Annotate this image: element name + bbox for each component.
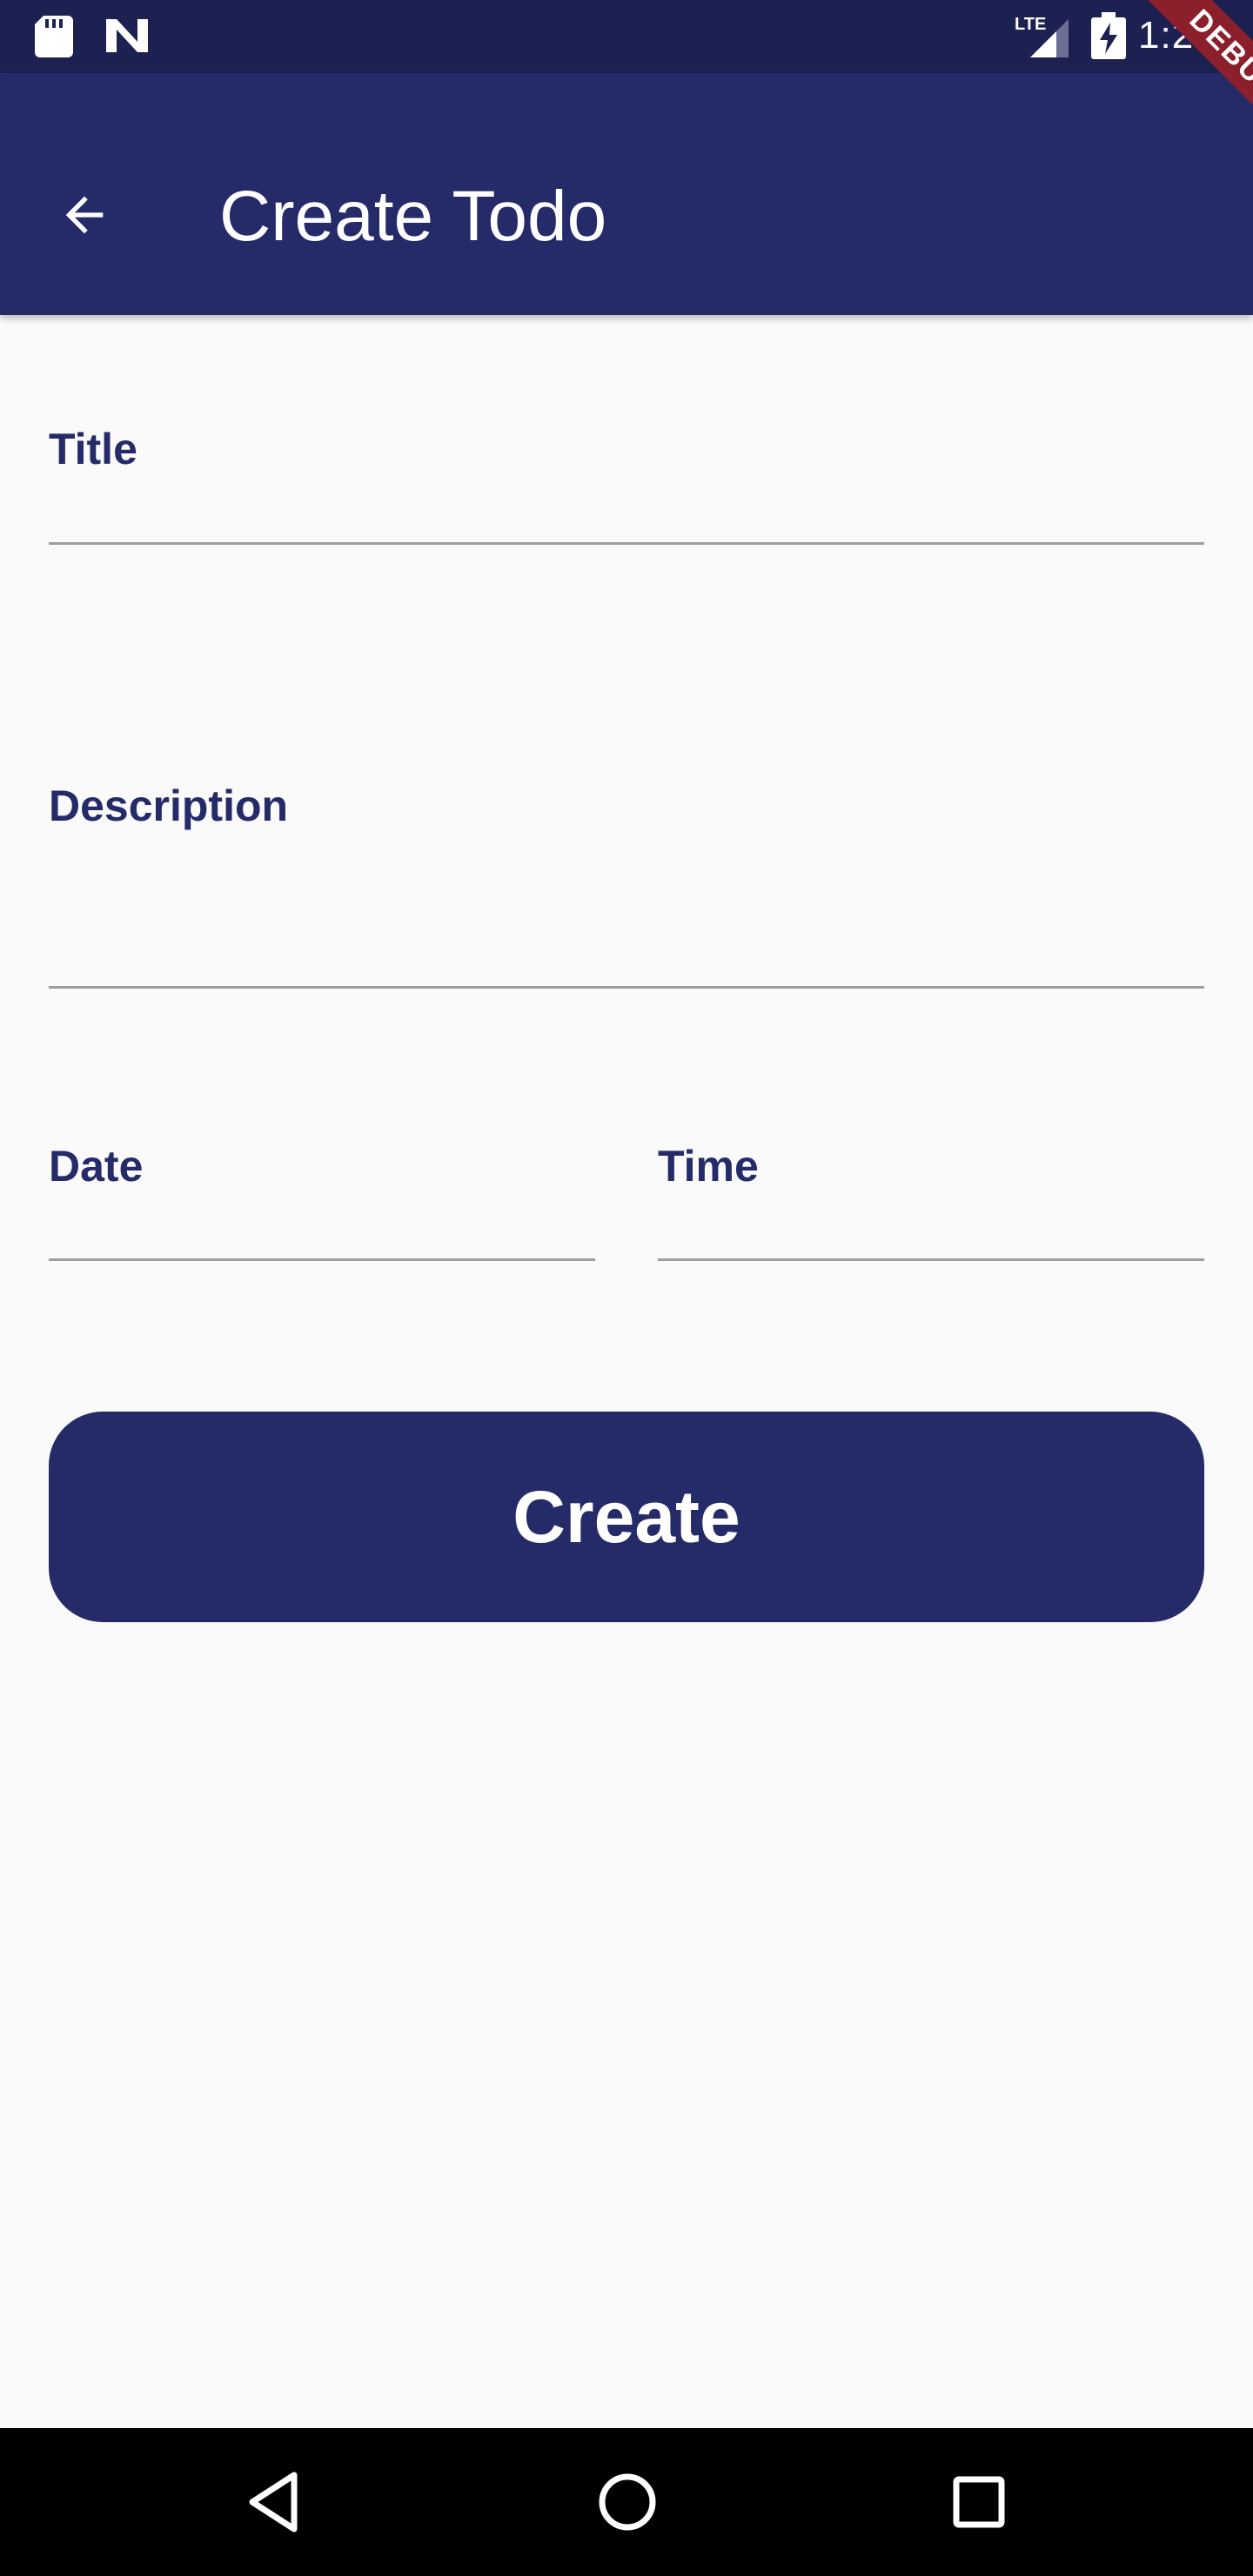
back-triangle-icon	[249, 2472, 298, 2532]
title-field[interactable]: Title	[49, 409, 1204, 548]
description-label: Description	[49, 782, 289, 830]
title-underline	[49, 542, 1204, 545]
app-bar: Create Todo	[0, 73, 1253, 315]
status-bar: LTE 1:27	[0, 0, 1253, 73]
nav-home-button[interactable]	[588, 2463, 667, 2541]
time-underline	[658, 1258, 1204, 1261]
signal-icon: LTE	[1015, 15, 1069, 57]
nav-recents-button[interactable]	[940, 2463, 1018, 2541]
time-field[interactable]: Time	[658, 1126, 1204, 1265]
sd-card-icon	[35, 16, 73, 57]
recents-square-icon	[953, 2476, 1005, 2528]
page-title: Create Todo	[219, 177, 607, 256]
description-field[interactable]: Description	[49, 766, 1204, 992]
back-button[interactable]	[45, 176, 124, 254]
date-label: Date	[49, 1142, 144, 1191]
screen: LTE 1:27 DEBUG Create Todo Title Descrip…	[0, 0, 1253, 2576]
create-button[interactable]: Create	[49, 1412, 1204, 1622]
home-circle-icon	[599, 2473, 656, 2531]
network-type-text: LTE	[1015, 15, 1046, 34]
time-label: Time	[658, 1142, 759, 1191]
arrow-back-icon	[65, 196, 104, 234]
battery-charging-icon	[1091, 12, 1126, 59]
navigation-bar	[0, 2428, 1253, 2576]
title-label: Title	[49, 425, 137, 473]
nav-back-button[interactable]	[237, 2463, 315, 2541]
notification-n-icon	[106, 19, 148, 52]
date-field[interactable]: Date	[49, 1126, 595, 1265]
description-underline	[49, 986, 1204, 989]
date-underline	[49, 1258, 595, 1261]
